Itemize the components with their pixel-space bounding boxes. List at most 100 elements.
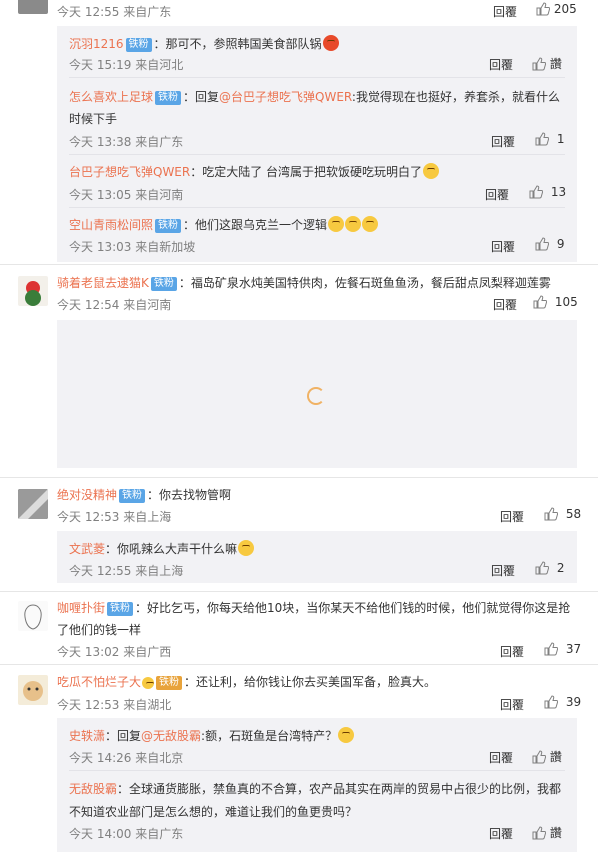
avatar-image xyxy=(25,281,41,306)
reply-button[interactable]: 回覆 xyxy=(489,825,513,842)
username-link[interactable]: 怎么喜欢上足球 xyxy=(69,90,153,104)
comment-item: 骑着老鼠去逮猫K 铁粉 ：福岛矿泉水炖美国特供肉，佐餐石斑鱼鱼汤，餐后甜点凤梨释迦莲… xyxy=(57,274,551,291)
like-button[interactable]: 105 xyxy=(533,295,578,309)
like-button[interactable]: 讚 xyxy=(532,748,562,765)
username-link[interactable]: 绝对没精神 xyxy=(57,488,117,502)
like-button[interactable]: 1 xyxy=(535,132,564,146)
like-count: 2 xyxy=(556,561,565,575)
thumbs-up-icon xyxy=(544,695,558,709)
reply-button[interactable]: 回覆 xyxy=(500,508,524,525)
thumbs-up-icon xyxy=(535,237,549,251)
reply-item: 怎么喜欢上足球 铁粉 ：回复@台巴子想吃飞弹QWER:我觉得现在也挺好，养套杀，就看… xyxy=(69,88,560,105)
username-link[interactable]: 咖喱扑街 xyxy=(57,601,105,615)
reply-meta: 今天 15:19 来自河北 xyxy=(69,58,184,72)
comment-meta: 今天 12:55 来自广东 xyxy=(57,5,172,19)
thumbs-up-icon xyxy=(533,295,547,309)
like-button[interactable]: 37 xyxy=(544,642,581,656)
reply-text: ：回复 xyxy=(105,729,142,743)
thumbs-up-icon xyxy=(532,826,546,840)
thumbs-up-icon xyxy=(535,132,549,146)
like-button[interactable]: 讚 xyxy=(532,55,562,72)
reply-button[interactable]: 回覆 xyxy=(491,562,515,579)
comment-meta: 今天 12:54 来自河南 xyxy=(57,298,172,312)
avatar-image xyxy=(24,604,42,630)
like-label: 讚 xyxy=(549,826,562,840)
reply-button[interactable]: 回覆 xyxy=(489,56,513,73)
comment-text: ：福岛矿泉水炖美国特供肉，佐餐石斑鱼鱼汤，餐后甜点凤梨释迦莲雾 xyxy=(178,276,551,290)
username-link[interactable]: 台巴子想吃飞弹QWER xyxy=(69,165,190,179)
reply-meta: 今天 13:03 来自新加坡 xyxy=(69,240,196,254)
laugh-emoji-icon xyxy=(345,216,362,232)
comment-meta: 今天 13:02 来自广西 xyxy=(57,645,172,659)
like-button[interactable]: 讚 xyxy=(532,824,562,841)
username-link[interactable]: 骑着老鼠去逮猫K xyxy=(57,276,149,290)
like-label: 讚 xyxy=(549,750,562,764)
reply-button[interactable]: 回覆 xyxy=(491,238,515,255)
reply-item: 史轶潇：回复@无敌股霸:额，石斑鱼是台湾特产？ xyxy=(69,727,355,744)
reply-item: 空山青雨松间照 铁粉 ：他们这跟乌克兰一个逻辑 xyxy=(69,216,379,233)
avatar[interactable] xyxy=(18,489,48,519)
like-button[interactable]: 9 xyxy=(535,237,564,251)
reply-item: 沉羽1216 铁粉 ：那可不，参照韩国美食部队锅 xyxy=(69,35,339,52)
username-link[interactable]: 史轶潇 xyxy=(69,729,105,743)
avatar-image xyxy=(23,681,43,701)
like-button[interactable]: 13 xyxy=(529,185,566,199)
reply-button[interactable]: 回覆 xyxy=(493,3,517,20)
divider xyxy=(0,591,598,592)
reply-button[interactable]: 回覆 xyxy=(485,186,509,203)
mention-link[interactable]: @台巴子想吃飞弹QWER xyxy=(219,90,352,104)
avatar[interactable] xyxy=(18,0,48,14)
reply-item: 无敌股霸：全球通货膨胀，禁鱼真的不合算，农产品其实在两岸的贸易中占很少的比例，我… xyxy=(69,780,561,797)
reply-button[interactable]: 回覆 xyxy=(489,749,513,766)
username-link[interactable]: 空山青雨松间照 xyxy=(69,218,153,232)
username-link[interactable]: 文武菱 xyxy=(69,542,105,556)
username-link[interactable]: 吃瓜不怕烂子大 xyxy=(57,675,141,689)
reply-button[interactable]: 回覆 xyxy=(491,133,515,150)
reply-item: 文武菱：你吼辣么大声干什么嘛 xyxy=(69,540,255,557)
thumbs-up-icon xyxy=(544,507,558,521)
like-button[interactable]: 39 xyxy=(544,695,581,709)
like-button[interactable]: 2 xyxy=(535,561,564,575)
username-link[interactable]: 无敌股霸 xyxy=(69,782,117,796)
comment-text: 了他们的钱一样 xyxy=(57,623,142,637)
reply-text: :额，石斑鱼是台湾特产？ xyxy=(201,729,338,743)
like-button[interactable]: 58 xyxy=(544,507,581,521)
comment-item: 绝对没精神 铁粉 ：你去找物管啊 xyxy=(57,486,231,503)
divider xyxy=(69,77,565,78)
like-count: 39 xyxy=(565,695,582,709)
comment-meta: 今天 12:53 来自湖北 xyxy=(57,698,172,712)
reply-meta: 今天 14:26 来自北京 xyxy=(69,751,184,765)
smile-emoji-icon xyxy=(423,163,440,179)
reply-text: :我觉得现在也挺好，养套杀，就看什么 xyxy=(351,90,560,104)
avatar[interactable] xyxy=(18,675,48,705)
like-button[interactable]: 205 xyxy=(536,2,577,16)
avatar[interactable] xyxy=(18,276,48,306)
reply-button[interactable]: 回覆 xyxy=(493,296,517,313)
thumbs-up-icon xyxy=(532,750,546,764)
avatar[interactable] xyxy=(18,601,48,631)
reply-text: ：那可不，参照韩国美食部队锅 xyxy=(153,37,322,51)
reply-button[interactable]: 回覆 xyxy=(500,643,524,660)
like-count: 205 xyxy=(553,2,577,16)
reply-text: ：回复 xyxy=(183,90,220,104)
cat-emoji-icon xyxy=(238,540,255,556)
divider xyxy=(69,770,565,771)
fan-badge: 铁粉 xyxy=(155,219,182,233)
pot-emoji-icon xyxy=(322,35,339,51)
comment-item: 咖喱扑街 铁粉 ：好比乞丐，你每天给他10块，当你某天不给他们钱的时候，他们就觉得你… xyxy=(57,599,570,616)
reply-text: ：全球通货膨胀，禁鱼真的不合算，农产品其实在两岸的贸易中占很少的比例，我都 xyxy=(117,782,562,796)
vip-icon xyxy=(142,677,155,689)
divider xyxy=(69,207,565,208)
reply-text: ：他们这跟乌克兰一个逻辑 xyxy=(183,218,328,232)
thumbs-up-icon xyxy=(544,642,558,656)
reply-text: 不知道农业部门是怎么想的，难道让我们的鱼更贵吗？ xyxy=(69,805,358,819)
mention-link[interactable]: @无敌股霸 xyxy=(141,729,201,743)
laugh-emoji-icon xyxy=(328,216,345,232)
surprised-emoji-icon xyxy=(338,727,355,743)
reply-text: 时候下手 xyxy=(69,112,118,126)
reply-text: ：吃定大陆了 台湾属于把软饭硬吃玩明白了 xyxy=(190,165,423,179)
comment-text: ：你去找物管啊 xyxy=(147,488,232,502)
reply-text: ：你吼辣么大声干什么嘛 xyxy=(105,542,238,556)
reply-button[interactable]: 回覆 xyxy=(500,696,524,713)
username-link[interactable]: 沉羽1216 xyxy=(69,37,124,51)
